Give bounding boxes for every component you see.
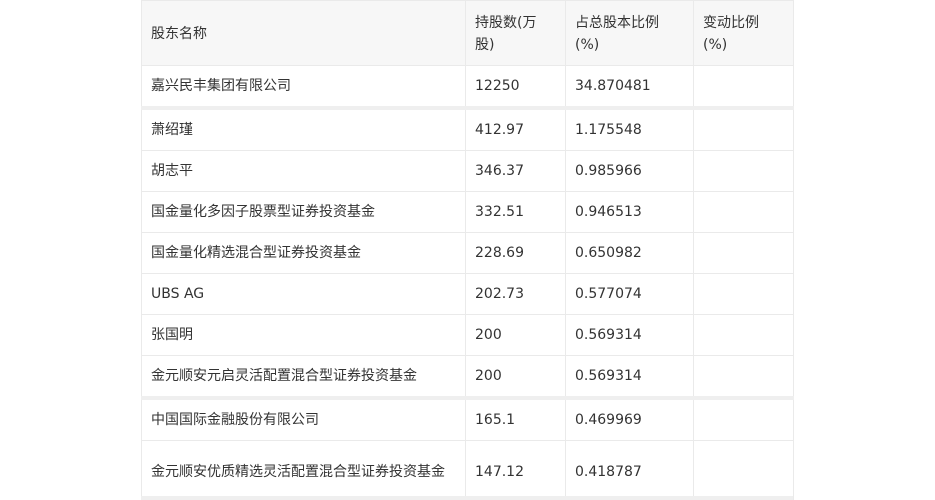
cell-share-count: 165.1 [465,396,566,441]
table-header: 股东名称 持股数(万股) 占总股本比例(%) 变动比例(%) [141,0,794,66]
cell-shareholder-name: 国金量化精选混合型证券投资基金 [141,232,466,274]
cell-change-ratio [693,314,794,356]
cell-share-count: 12250 [465,65,566,109]
cell-share-ratio: 0.650982 [565,232,694,274]
table-row: 国金量化精选混合型证券投资基金 228.69 0.650982 [141,232,794,274]
cell-share-ratio: 0.569314 [565,355,694,399]
cell-shareholder-name: 国金量化多因子股票型证券投资基金 [141,191,466,233]
header-share-count: 持股数(万股) [465,0,566,66]
cell-shareholder-name: 胡志平 [141,150,466,192]
cell-shareholder-name: 张国明 [141,314,466,356]
cell-share-count: 346.37 [465,150,566,192]
cell-change-ratio [693,273,794,315]
header-change-ratio: 变动比例(%) [693,0,794,66]
table-body: 嘉兴民丰集团有限公司 12250 34.870481 萧绍瑾 412.97 1.… [141,65,794,500]
table-row: UBS AG 202.73 0.577074 [141,273,794,315]
cell-shareholder-name: 中国国际金融股份有限公司 [141,396,466,441]
cell-share-count: 202.73 [465,273,566,315]
cell-change-ratio [693,440,794,500]
table-row: 嘉兴民丰集团有限公司 12250 34.870481 [141,65,794,109]
table-row: 金元顺安优质精选灵活配置混合型证券投资基金 147.12 0.418787 [141,440,794,500]
cell-share-ratio: 1.175548 [565,106,694,151]
cell-share-ratio: 0.985966 [565,150,694,192]
cell-shareholder-name: 金元顺安优质精选灵活配置混合型证券投资基金 [141,440,466,500]
cell-share-ratio: 0.577074 [565,273,694,315]
cell-share-count: 200 [465,314,566,356]
cell-shareholder-name: UBS AG [141,273,466,315]
cell-shareholder-name: 金元顺安元启灵活配置混合型证券投资基金 [141,355,466,399]
table-row: 国金量化多因子股票型证券投资基金 332.51 0.946513 [141,191,794,233]
cell-change-ratio [693,232,794,274]
cell-share-count: 200 [465,355,566,399]
cell-change-ratio [693,396,794,441]
cell-change-ratio [693,355,794,399]
cell-share-ratio: 34.870481 [565,65,694,109]
cell-share-ratio: 0.469969 [565,396,694,441]
cell-share-count: 228.69 [465,232,566,274]
cell-share-ratio: 0.946513 [565,191,694,233]
page: 股东名称 持股数(万股) 占总股本比例(%) 变动比例(%) 嘉兴民丰集团有限公… [0,0,935,500]
cell-change-ratio [693,106,794,151]
table-row: 张国明 200 0.569314 [141,314,794,356]
cell-change-ratio [693,150,794,192]
table-row: 胡志平 346.37 0.985966 [141,150,794,192]
cell-share-count: 412.97 [465,106,566,151]
header-share-ratio: 占总股本比例(%) [565,0,694,66]
shareholder-table-container: 股东名称 持股数(万股) 占总股本比例(%) 变动比例(%) 嘉兴民丰集团有限公… [141,0,794,500]
header-shareholder-name: 股东名称 [141,0,466,66]
table-row: 中国国际金融股份有限公司 165.1 0.469969 [141,396,794,441]
table-row: 萧绍瑾 412.97 1.175548 [141,106,794,151]
shareholder-table: 股东名称 持股数(万股) 占总股本比例(%) 变动比例(%) 嘉兴民丰集团有限公… [141,0,794,500]
cell-share-ratio: 0.569314 [565,314,694,356]
table-bottom-divider [141,496,793,500]
header-row: 股东名称 持股数(万股) 占总股本比例(%) 变动比例(%) [141,0,794,66]
cell-shareholder-name: 嘉兴民丰集团有限公司 [141,65,466,109]
table-row: 金元顺安元启灵活配置混合型证券投资基金 200 0.569314 [141,355,794,399]
cell-share-count: 147.12 [465,440,566,500]
cell-change-ratio [693,191,794,233]
cell-share-count: 332.51 [465,191,566,233]
cell-share-ratio: 0.418787 [565,440,694,500]
cell-shareholder-name: 萧绍瑾 [141,106,466,151]
cell-change-ratio [693,65,794,109]
